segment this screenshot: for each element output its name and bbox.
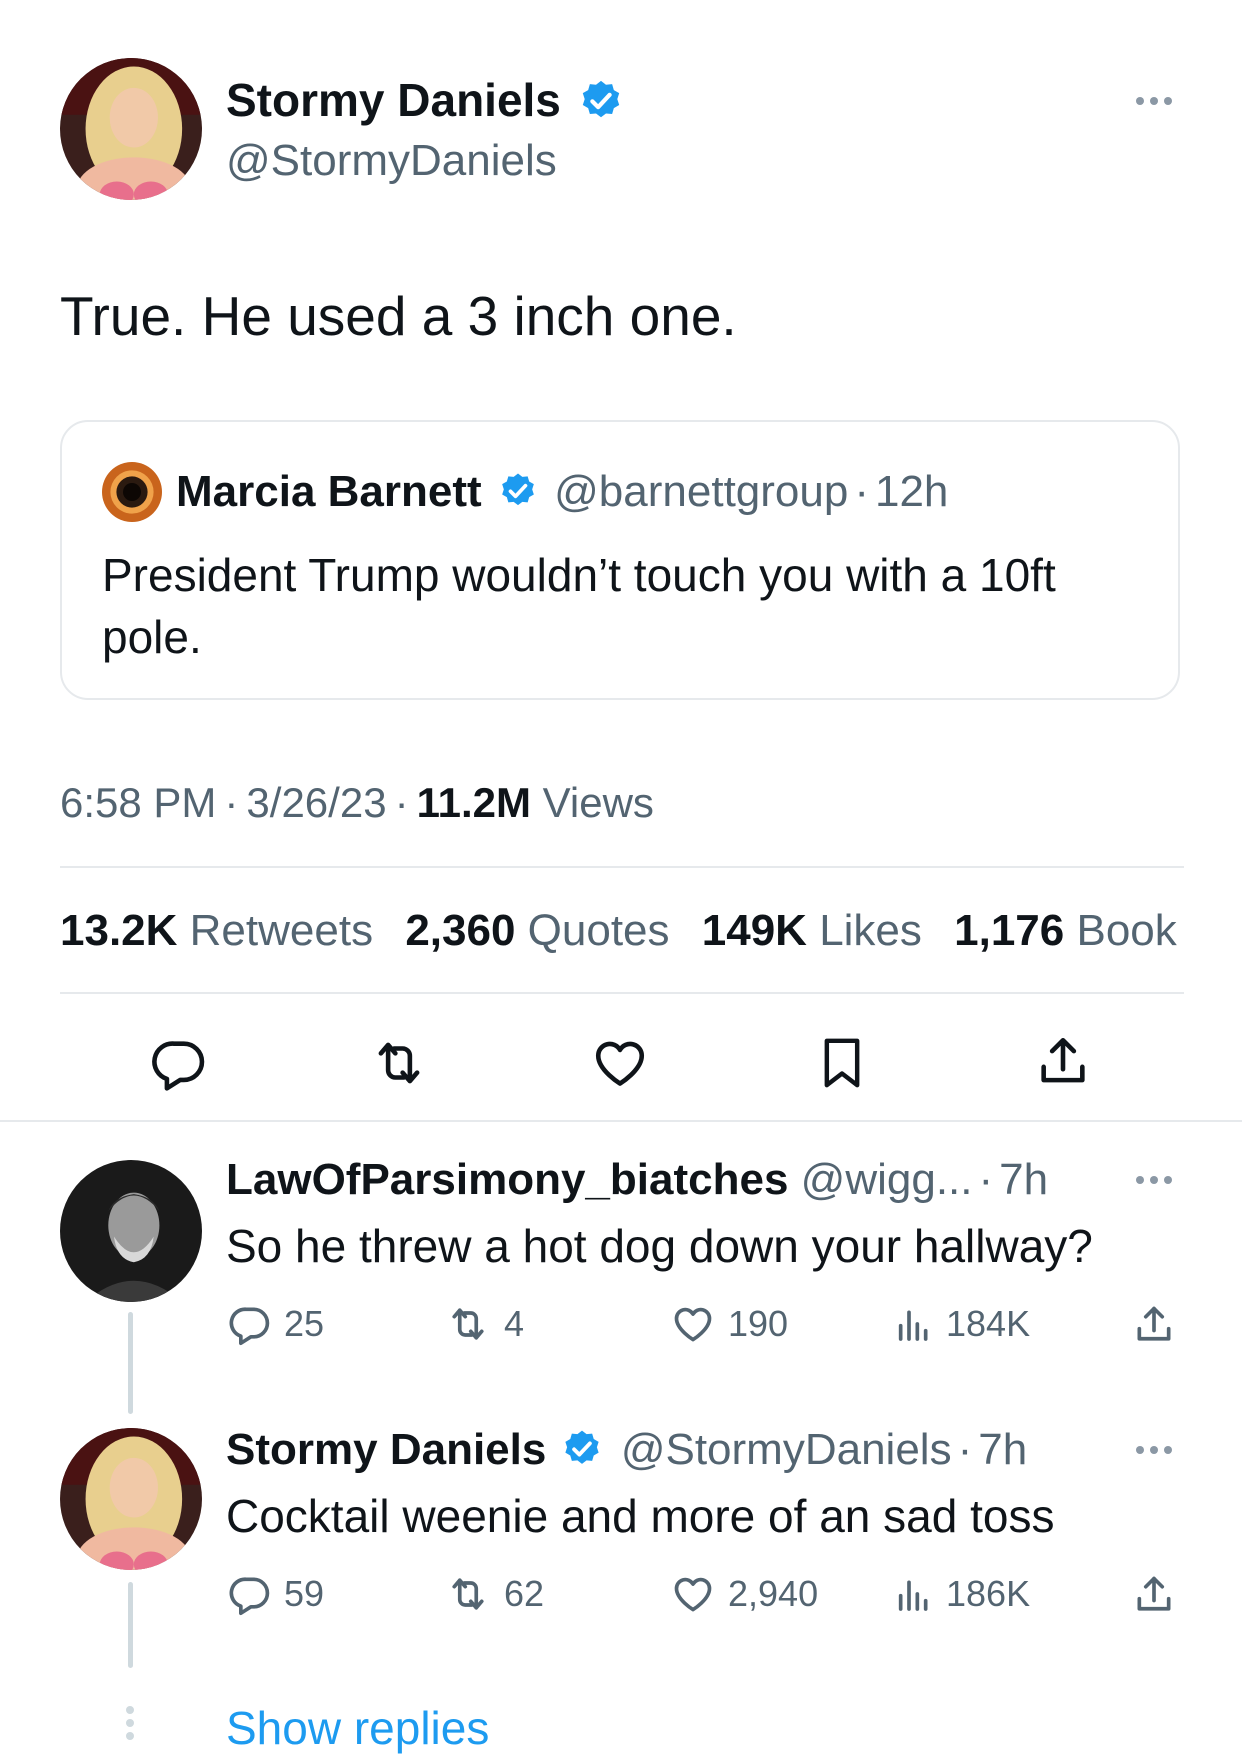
reply-button[interactable]: 25 (228, 1302, 324, 1346)
quoted-author-handle[interactable]: @barnettgroup (554, 467, 848, 516)
author-name-text[interactable]: Stormy Daniels (226, 74, 561, 126)
views-icon (898, 1580, 928, 1611)
quoted-time[interactable]: 12h (875, 467, 948, 516)
reply-author-handle[interactable]: @wigg... (801, 1155, 973, 1204)
retweet-button[interactable]: 62 (444, 1572, 544, 1616)
views-button[interactable]: 184K (894, 1302, 1030, 1346)
like-count: 2,940 (728, 1573, 819, 1614)
thread-dots (126, 1706, 134, 1740)
reply-time[interactable]: 7h (999, 1155, 1048, 1204)
like-icon[interactable] (590, 1034, 650, 1092)
view-count: 184K (946, 1303, 1031, 1344)
views-count: 11.2M (416, 779, 531, 826)
like-button[interactable]: 190 (670, 1302, 788, 1346)
reply-author-handle[interactable]: @StormyDaniels (621, 1425, 952, 1474)
author-avatar[interactable] (60, 58, 202, 200)
reply-time[interactable]: 7h (978, 1425, 1027, 1474)
verified-badge-icon (502, 473, 534, 506)
reply-author-name[interactable]: Stormy Daniels (226, 1425, 546, 1474)
reply-icon (229, 1577, 270, 1616)
divider (60, 866, 1184, 868)
divider (0, 1120, 1242, 1122)
divider (60, 992, 1184, 994)
tweet-text: True. He used a 3 inch one. (60, 285, 737, 347)
separator: · (224, 779, 239, 826)
author-name[interactable]: Stormy Daniels (226, 72, 624, 128)
quoted-tweet-card[interactable]: Marcia Barnett @barnettgroup · 12h Preside… (60, 420, 1180, 700)
view-count: 186K (946, 1573, 1031, 1614)
share-icon[interactable] (1132, 1572, 1176, 1618)
reply-count: 25 (284, 1303, 325, 1344)
show-replies-link[interactable]: Show replies (226, 1700, 489, 1756)
bookmarks-stat[interactable]: 1,176 Book (954, 906, 1177, 955)
reply-avatar[interactable] (60, 1160, 202, 1302)
retweet-icon[interactable] (368, 1034, 430, 1092)
separator: · (978, 1155, 994, 1204)
reply-header: LawOfParsimony_biatches @wigg... · 7h (226, 1152, 1048, 1208)
tweet-time[interactable]: 6:58 PM (60, 779, 216, 826)
retweet-count: 62 (504, 1573, 545, 1614)
views-icon (898, 1310, 928, 1341)
retweet-count: 4 (504, 1303, 525, 1344)
reply-button[interactable]: 59 (228, 1572, 324, 1616)
separator: · (854, 467, 869, 516)
reply-icon (229, 1307, 270, 1346)
views-label: Views (542, 779, 654, 826)
separator: · (394, 779, 409, 826)
like-icon (674, 1577, 712, 1612)
quoted-author-avatar[interactable] (102, 462, 162, 522)
separator: · (957, 1425, 973, 1474)
stats-row: 13.2K Retweets 2,360 Quotes 149K Likes 1… (60, 904, 1177, 958)
retweet-icon (452, 1578, 484, 1610)
views-button[interactable]: 186K (894, 1572, 1030, 1616)
tweet-timestamp: 6:58 PM · 3/26/23 · 11.2M Views (60, 776, 654, 830)
author-handle[interactable]: @StormyDaniels (226, 134, 557, 188)
reply-text: Cocktail weenie and more of an sad toss (226, 1490, 1055, 1542)
thread-line (128, 1312, 133, 1414)
share-icon[interactable] (1132, 1302, 1176, 1348)
more-icon[interactable] (1136, 1176, 1172, 1184)
reply-text: So he threw a hot dog down your hallway? (226, 1220, 1093, 1272)
retweet-button[interactable]: 4 (444, 1302, 524, 1346)
like-icon (674, 1307, 712, 1342)
reply-count: 59 (284, 1573, 325, 1614)
reply-icon[interactable] (150, 1034, 208, 1092)
reply-header: Stormy Daniels @StormyDaniels · 7h (226, 1422, 1027, 1478)
bookmark-icon[interactable] (814, 1032, 870, 1094)
retweet-icon (452, 1308, 484, 1340)
quoted-header: Marcia Barnett @barnettgroup · 12h (176, 464, 948, 520)
likes-stat[interactable]: 149K Likes (702, 906, 922, 955)
like-button[interactable]: 2,940 (670, 1572, 818, 1616)
quoted-text: President Trump wouldn’t touch you with … (102, 549, 1056, 663)
verified-badge-icon (582, 80, 619, 118)
quoted-author-name[interactable]: Marcia Barnett (176, 467, 482, 516)
reply-avatar[interactable] (60, 1428, 202, 1570)
tweet-date[interactable]: 3/26/23 (246, 779, 386, 826)
thread-line (128, 1582, 133, 1668)
verified-badge-icon (564, 1431, 599, 1465)
more-icon[interactable] (1136, 97, 1172, 105)
quotes-stat[interactable]: 2,360 Quotes (405, 906, 669, 955)
reply-author-name[interactable]: LawOfParsimony_biatches (226, 1155, 788, 1204)
more-icon[interactable] (1136, 1446, 1172, 1454)
like-count: 190 (728, 1303, 789, 1344)
retweets-stat[interactable]: 13.2K Retweets (60, 906, 373, 955)
share-icon[interactable] (1034, 1032, 1092, 1092)
